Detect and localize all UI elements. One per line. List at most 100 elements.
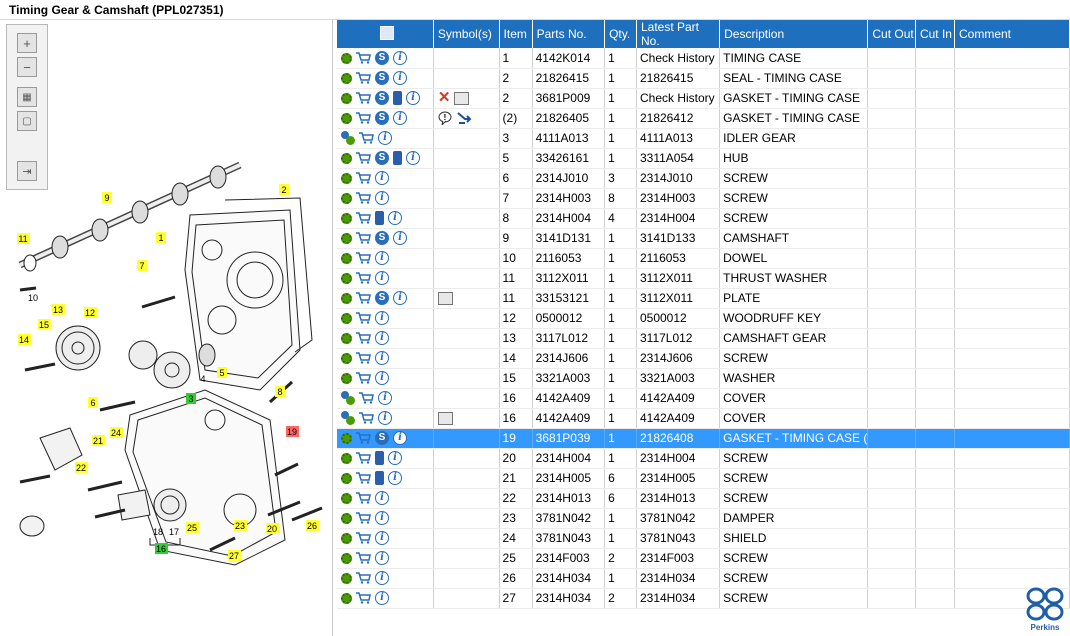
callout-19[interactable]: 19 xyxy=(287,427,297,437)
cart-icon[interactable] xyxy=(356,72,371,85)
service-manual-icon[interactable] xyxy=(393,151,402,166)
callout-27[interactable]: 27 xyxy=(229,551,239,561)
supersession-icon[interactable]: S xyxy=(375,231,389,246)
cart-icon[interactable] xyxy=(356,532,371,545)
fit-all-icon[interactable]: ▦ xyxy=(17,87,37,107)
info-icon[interactable]: i xyxy=(378,131,392,146)
info-icon[interactable]: i xyxy=(393,71,407,86)
column-header-cut-in[interactable]: Cut In xyxy=(915,20,956,48)
info-icon[interactable]: i xyxy=(393,51,407,66)
info-icon[interactable]: i xyxy=(375,171,389,186)
info-icon[interactable]: i xyxy=(375,271,389,286)
table-row[interactable]: i 23 3781N042 1 3781N042 DAMPER xyxy=(337,508,1070,529)
info-icon[interactable]: i xyxy=(388,451,402,466)
info-icon[interactable]: i xyxy=(375,571,389,586)
cell-latest-part-no[interactable]: Check History xyxy=(636,48,721,69)
callout-2[interactable]: 2 xyxy=(281,185,286,195)
column-header-latest-part-no[interactable]: Latest Part No. xyxy=(636,20,721,48)
cart-icon[interactable] xyxy=(356,572,371,585)
cart-icon[interactable] xyxy=(356,452,371,465)
info-icon[interactable]: i xyxy=(375,531,389,546)
column-header-cut-out[interactable]: Cut Out xyxy=(867,20,916,48)
callout-22[interactable]: 22 xyxy=(76,463,86,473)
info-icon[interactable]: i xyxy=(375,311,389,326)
info-icon[interactable]: i xyxy=(393,111,407,126)
configure-icon[interactable] xyxy=(341,312,352,324)
configure-multi-icon[interactable] xyxy=(341,391,355,406)
configure-icon[interactable] xyxy=(341,52,352,64)
info-icon[interactable]: i xyxy=(375,591,389,606)
cart-icon[interactable] xyxy=(356,212,371,225)
configure-icon[interactable] xyxy=(341,352,352,364)
cart-icon[interactable] xyxy=(359,392,374,405)
table-row[interactable]: Si 19 3681P039 1 21826408 GASKET - TIMING CAS… xyxy=(337,428,1070,449)
service-manual-icon[interactable] xyxy=(375,471,384,486)
column-header-parts-no[interactable]: Parts No. xyxy=(532,20,606,48)
cell-latest-part-no[interactable]: Check History xyxy=(636,88,721,109)
table-row[interactable]: Si! (2) 21826405 1 21826412 GASKET - TIMING C… xyxy=(337,108,1070,129)
callout-9[interactable]: 9 xyxy=(104,193,109,203)
table-row[interactable]: i 8 2314H004 4 2314H004 SCREW xyxy=(337,208,1070,229)
configure-icon[interactable] xyxy=(341,492,352,504)
cart-icon[interactable] xyxy=(356,512,371,525)
callout-25[interactable]: 25 xyxy=(187,523,197,533)
info-icon[interactable]: i xyxy=(375,191,389,206)
configure-icon[interactable] xyxy=(341,332,352,344)
cart-icon[interactable] xyxy=(356,112,371,125)
configure-icon[interactable] xyxy=(341,452,352,464)
configure-icon[interactable] xyxy=(341,192,352,204)
configure-icon[interactable] xyxy=(341,172,352,184)
configure-icon[interactable] xyxy=(341,272,352,284)
cart-icon[interactable] xyxy=(356,52,371,64)
info-icon[interactable]: i xyxy=(388,211,402,226)
exploded-parts-diagram[interactable]: 9 2 1 11 10 7 13 12 15 14 5 4 3 8 6 19 2… xyxy=(0,120,333,580)
configure-icon[interactable] xyxy=(341,472,352,484)
callout-14[interactable]: 14 xyxy=(19,335,29,345)
info-icon[interactable]: i xyxy=(375,491,389,506)
table-row[interactable]: i 3 4111A013 1 4111A013 IDLER GEAR xyxy=(337,128,1070,149)
callout-1[interactable]: 1 xyxy=(158,233,163,243)
table-row[interactable]: i 26 2314H034 1 2314H034 SCREW xyxy=(337,568,1070,589)
cart-icon[interactable] xyxy=(356,252,371,265)
table-row[interactable]: i 13 3117L012 1 3117L012 CAMSHAFT GEAR xyxy=(337,328,1070,349)
supersession-icon[interactable]: S xyxy=(375,291,389,306)
callout-10[interactable]: 10 xyxy=(28,293,38,303)
configure-icon[interactable] xyxy=(341,292,352,304)
table-row[interactable]: i 16 4142A409 1 4142A409 COVER xyxy=(337,408,1070,429)
table-row[interactable]: i 7 2314H003 8 2314H003 SCREW xyxy=(337,188,1070,209)
cart-icon[interactable] xyxy=(356,312,371,325)
callout-16[interactable]: 16 xyxy=(156,544,166,554)
find-icon[interactable] xyxy=(379,25,394,40)
table-row[interactable]: i 27 2314H034 2 2314H034 SCREW xyxy=(337,588,1070,609)
configure-icon[interactable] xyxy=(341,552,352,564)
configure-icon[interactable] xyxy=(341,92,352,104)
cart-icon[interactable] xyxy=(356,472,371,485)
cart-icon[interactable] xyxy=(359,132,374,145)
zoom-out-icon[interactable]: − xyxy=(17,57,37,77)
table-row[interactable]: i 11 3112X011 1 3112X011 THRUST WASHER xyxy=(337,268,1070,289)
cart-icon[interactable] xyxy=(356,172,371,185)
callout-24[interactable]: 24 xyxy=(111,428,121,438)
cart-icon[interactable] xyxy=(356,192,371,205)
callout-18[interactable]: 18 xyxy=(153,527,163,537)
cart-icon[interactable] xyxy=(356,372,371,385)
table-row[interactable]: i 12 0500012 1 0500012 WOODRUFF KEY xyxy=(337,308,1070,329)
zoom-in-icon[interactable]: + xyxy=(17,33,37,53)
table-row[interactable]: i 15 3321A003 1 3321A003 WASHER xyxy=(337,368,1070,389)
table-row[interactable]: i 14 2314J606 1 2314J606 SCREW xyxy=(337,348,1070,369)
supersession-icon[interactable]: S xyxy=(375,151,389,166)
view-image-icon[interactable] xyxy=(437,292,453,306)
table-row[interactable]: i 10 2116053 1 2116053 DOWEL xyxy=(337,248,1070,269)
table-row[interactable]: i 21 2314H005 6 2314H005 SCREW xyxy=(337,468,1070,489)
callout-21[interactable]: 21 xyxy=(93,436,103,446)
supersession-icon[interactable]: S xyxy=(375,71,389,86)
cart-icon[interactable] xyxy=(356,332,371,345)
info-icon[interactable]: i xyxy=(375,351,389,366)
cart-icon[interactable] xyxy=(356,432,371,445)
callout-4[interactable]: 4 xyxy=(200,374,205,384)
service-manual-icon[interactable] xyxy=(375,451,384,466)
callout-8[interactable]: 8 xyxy=(277,387,282,397)
cart-icon[interactable] xyxy=(356,292,371,305)
cart-icon[interactable] xyxy=(356,592,371,605)
callout-23[interactable]: 23 xyxy=(235,521,245,531)
